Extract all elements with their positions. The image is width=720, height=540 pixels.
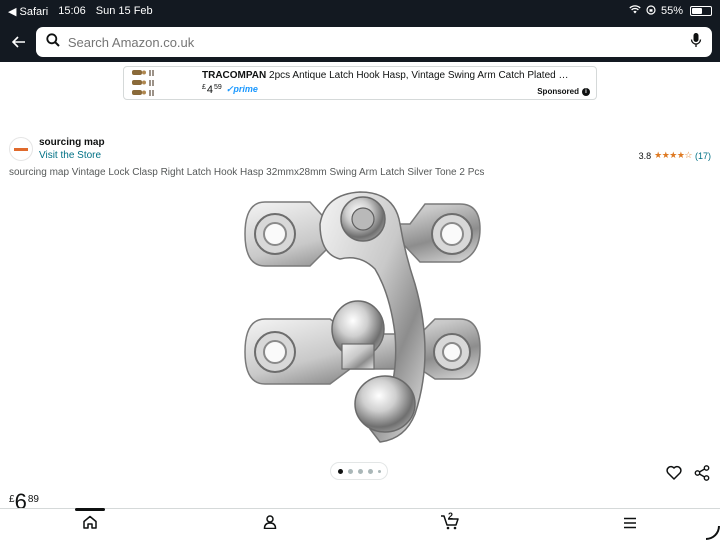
status-time: 15:06 bbox=[58, 5, 86, 17]
cart-count-badge: 2 bbox=[448, 510, 454, 521]
battery-level bbox=[692, 8, 702, 14]
info-icon: i bbox=[582, 87, 590, 96]
brand-name: sourcing map bbox=[39, 137, 105, 148]
product-title: sourcing map Vintage Lock Clasp Right La… bbox=[9, 167, 485, 178]
sponsored-text: Sponsored bbox=[537, 87, 579, 96]
brand-row: sourcing map Visit the Store bbox=[9, 137, 105, 161]
wifi-icon bbox=[629, 5, 641, 17]
carousel-dot[interactable] bbox=[337, 468, 343, 474]
tab-cart[interactable]: 2 bbox=[360, 509, 540, 540]
rating-count[interactable]: (17) bbox=[695, 151, 711, 161]
price-fraction: 89 bbox=[27, 494, 39, 505]
carousel-dot[interactable] bbox=[377, 469, 381, 473]
prime-badge: ✓prime bbox=[225, 84, 258, 94]
tab-menu[interactable] bbox=[540, 509, 720, 540]
brand-logo[interactable] bbox=[9, 137, 33, 161]
home-icon bbox=[82, 515, 98, 534]
rating-value: 3.8 bbox=[638, 150, 652, 161]
battery-percentage: 55% bbox=[660, 5, 683, 17]
share-icon[interactable] bbox=[694, 465, 710, 486]
search-icon bbox=[46, 32, 60, 52]
ad-title: TRACOMPAN 2pcs Antique Latch Hook Hasp, … bbox=[202, 70, 572, 81]
search-bar[interactable] bbox=[35, 27, 712, 57]
ad-product-thumbnail bbox=[130, 68, 190, 98]
ad-price-fraction: 59 bbox=[214, 84, 222, 91]
carousel-dot[interactable] bbox=[357, 468, 363, 474]
ad-price-currency: £ bbox=[202, 84, 206, 91]
search-input[interactable] bbox=[67, 34, 690, 50]
star-rating-icon: ★★★★☆ bbox=[654, 150, 692, 160]
ad-brand: TRACOMPAN bbox=[202, 70, 267, 81]
microphone-icon[interactable] bbox=[690, 32, 702, 53]
ad-title-text: 2pcs Antique Latch Hook Hasp, Vintage Sw… bbox=[269, 70, 572, 81]
carousel-dot[interactable] bbox=[367, 468, 373, 474]
arrow-left-icon[interactable] bbox=[8, 32, 30, 53]
heart-icon[interactable] bbox=[666, 465, 682, 486]
carousel-dot[interactable] bbox=[347, 468, 353, 474]
orientation-lock-icon bbox=[646, 4, 656, 18]
person-icon bbox=[263, 515, 277, 534]
image-carousel-indicator[interactable] bbox=[330, 462, 388, 480]
product-actions bbox=[666, 465, 710, 486]
battery-icon bbox=[690, 6, 712, 16]
sponsored-label[interactable]: Sponsored i bbox=[537, 87, 590, 96]
search-header bbox=[0, 22, 720, 62]
back-to-app-link[interactable]: ◀ Safari bbox=[8, 5, 48, 18]
status-bar: ◀ Safari 15:06 Sun 15 Feb 55% bbox=[0, 0, 720, 22]
ad-price-whole: 4 bbox=[206, 84, 214, 96]
status-date: Sun 15 Feb bbox=[95, 5, 153, 17]
tab-home[interactable] bbox=[0, 507, 180, 540]
tab-account[interactable] bbox=[180, 509, 360, 540]
bottom-tab-bar: 2 bbox=[0, 507, 720, 540]
ad-price: £4 59 ✓prime bbox=[202, 84, 590, 96]
rating-summary[interactable]: 3.8 ★★★★☆ (17) bbox=[639, 150, 711, 161]
sponsored-ad-banner[interactable]: TRACOMPAN 2pcs Antique Latch Hook Hasp, … bbox=[123, 66, 597, 100]
product-image[interactable] bbox=[230, 184, 490, 454]
hamburger-menu-icon bbox=[623, 516, 637, 534]
visit-store-link[interactable]: Visit the Store bbox=[39, 150, 105, 161]
